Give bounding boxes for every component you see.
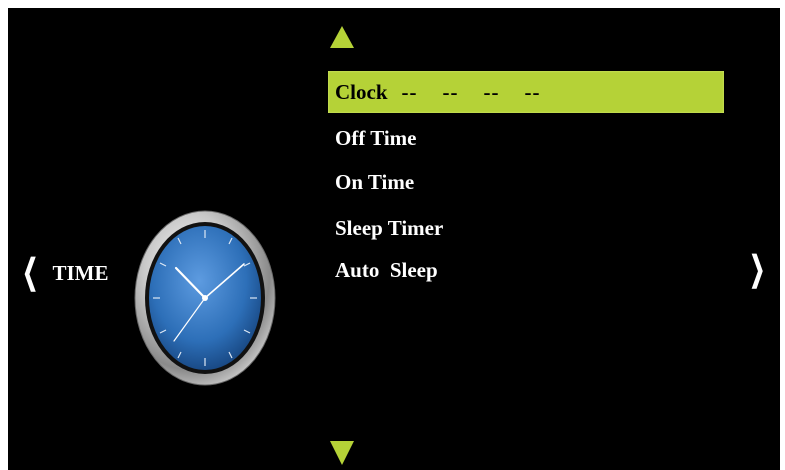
chevron-right-icon[interactable]: ❯	[749, 248, 765, 292]
scroll-down-arrow-icon[interactable]	[330, 441, 354, 465]
menu-item-on-time[interactable]: On Time	[328, 161, 724, 203]
category-selector[interactable]: ❮ TIME	[16, 255, 109, 291]
menu-item-label: Sleep Timer	[335, 216, 444, 240]
menu-item-off-time[interactable]: Off Time	[328, 117, 724, 159]
menu-item-label: On Time	[335, 170, 415, 194]
clock-icon	[134, 210, 276, 386]
chevron-left-icon[interactable]: ❮	[22, 255, 38, 291]
menu-item-label: Clock	[335, 80, 388, 104]
clock-value: -- -- -- --	[401, 80, 541, 104]
menu-item-auto-sleep[interactable]: Auto Sleep	[328, 249, 724, 291]
scroll-up-arrow-icon[interactable]	[330, 26, 354, 48]
menu-item-label: Auto Sleep	[335, 258, 438, 282]
menu-item-clock[interactable]: Clock -- -- -- --	[328, 71, 724, 113]
tv-osd-screen: Clock -- -- -- -- Off Time On Time Sleep …	[8, 8, 780, 470]
category-label: TIME	[52, 261, 109, 285]
menu-item-sleep-timer[interactable]: Sleep Timer	[328, 207, 724, 249]
menu-item-label: Off Time	[335, 126, 417, 150]
